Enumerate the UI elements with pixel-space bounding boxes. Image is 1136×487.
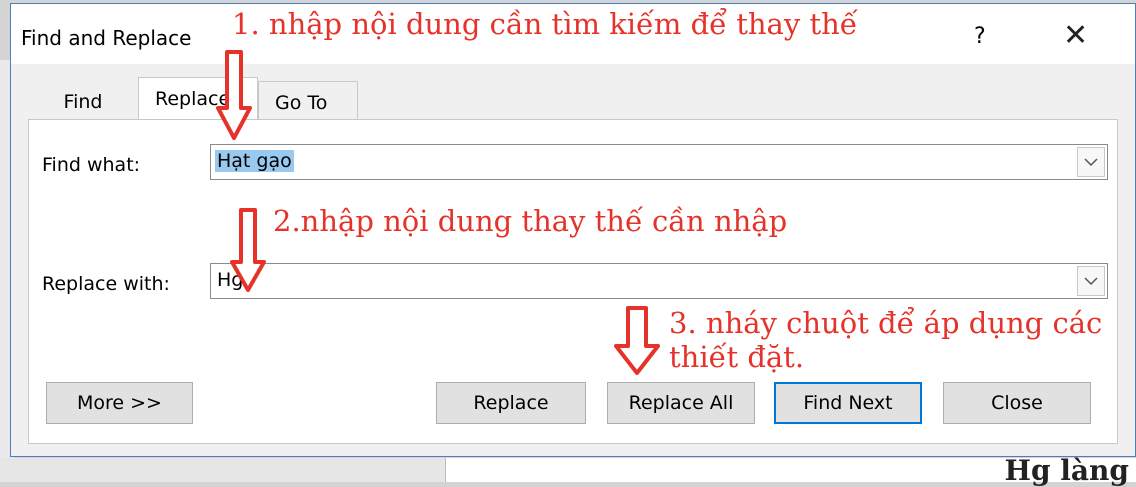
close-button[interactable]: Close: [943, 382, 1091, 424]
annotation-step-1: 1. nhập nội dung cần tìm kiếm để thay th…: [232, 7, 858, 41]
find-what-value: Hạt gạo: [215, 150, 294, 172]
annotation-step-2: 2.nhập nội dung thay thế cần nhập: [273, 204, 788, 238]
background-document: Hg làng: [0, 454, 1136, 487]
annotation-step-3-line-1: 3. nháy chuột để áp dụng các: [669, 306, 1103, 340]
tab-find[interactable]: Find: [28, 81, 138, 119]
down-arrow-icon: [230, 208, 266, 292]
down-arrow-icon: [216, 50, 252, 140]
document-page: Hg làng: [445, 454, 1136, 487]
replace-with-input[interactable]: Hg: [210, 263, 1108, 299]
find-what-dropdown-button[interactable]: [1077, 147, 1105, 177]
annotation-step-3-line-2: thiết đặt.: [669, 340, 805, 374]
replace-with-label: Replace with:: [42, 273, 170, 295]
document-text: Hg làng: [1004, 454, 1130, 487]
tab-go-to[interactable]: Go To: [258, 81, 358, 119]
more-button[interactable]: More >>: [46, 382, 193, 424]
close-icon[interactable]: ✕: [1063, 18, 1088, 53]
replace-with-dropdown-button[interactable]: [1077, 266, 1105, 296]
find-what-input[interactable]: Hạt gạo: [210, 144, 1108, 180]
find-next-button[interactable]: Find Next: [774, 382, 922, 424]
help-button[interactable]: ?: [974, 24, 986, 49]
replace-all-button[interactable]: Replace All: [607, 382, 755, 424]
replace-button[interactable]: Replace: [436, 382, 586, 424]
down-arrow-icon: [614, 306, 660, 375]
chevron-down-icon: [1084, 277, 1098, 286]
chevron-down-icon: [1084, 158, 1098, 167]
find-what-label: Find what:: [42, 154, 141, 176]
dialog-title: Find and Replace: [21, 26, 192, 50]
